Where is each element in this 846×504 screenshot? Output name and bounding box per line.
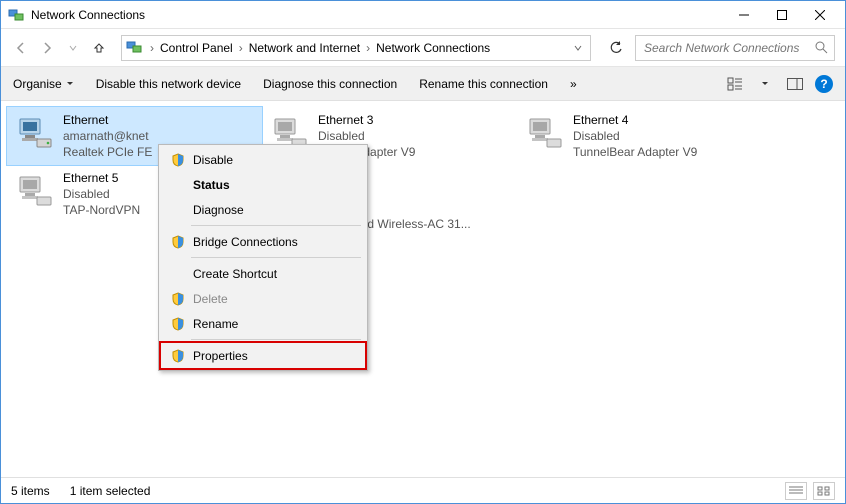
- address-bar[interactable]: › Control Panel › Network and Internet ›…: [121, 35, 591, 61]
- connection-device: TunnelBear Adapter V9: [573, 144, 697, 160]
- connection-name: Ethernet 3: [318, 112, 415, 128]
- location-icon: [126, 39, 144, 57]
- close-button[interactable]: [801, 4, 839, 26]
- disable-device-button[interactable]: Disable this network device: [96, 77, 241, 91]
- chevron-right-icon: ›: [148, 41, 156, 55]
- chevron-right-icon: ›: [364, 41, 372, 55]
- context-menu: Disable Status Diagnose Bridge Connectio…: [158, 144, 368, 371]
- ctx-label: Delete: [189, 292, 228, 306]
- statusbar: 5 items 1 item selected: [1, 477, 845, 503]
- ctx-label: Create Shortcut: [189, 267, 277, 281]
- breadcrumb-control-panel[interactable]: Control Panel: [156, 41, 237, 55]
- shield-icon: [167, 349, 189, 363]
- connection-name: Ethernet: [63, 112, 152, 128]
- separator: [191, 257, 361, 258]
- shield-icon: [167, 235, 189, 249]
- chevron-down-icon: [66, 80, 74, 88]
- search-input[interactable]: [642, 40, 815, 56]
- minimize-button[interactable]: [725, 4, 763, 26]
- items-view[interactable]: Ethernet amarnath@knet Realtek PCIe FE E…: [1, 101, 845, 481]
- forward-button[interactable]: [37, 38, 57, 58]
- toolbar-overflow[interactable]: »: [570, 77, 577, 91]
- app-icon: [7, 6, 25, 24]
- connection-status: Disabled: [318, 128, 415, 144]
- help-button[interactable]: ?: [815, 75, 833, 93]
- connection-ethernet4[interactable]: Ethernet 4 Disabled TunnelBear Adapter V…: [517, 107, 772, 165]
- maximize-button[interactable]: [763, 4, 801, 26]
- view-dropdown-icon[interactable]: [755, 74, 775, 94]
- ctx-label: Disable: [189, 153, 233, 167]
- large-icons-view-icon[interactable]: [813, 482, 835, 500]
- ctx-label: Status: [189, 178, 230, 192]
- connection-name: Ethernet 4: [573, 112, 697, 128]
- diagnose-button[interactable]: Diagnose this connection: [263, 77, 397, 91]
- recent-dropdown[interactable]: [63, 38, 83, 58]
- ctx-status[interactable]: Status: [161, 172, 365, 197]
- refresh-button[interactable]: [603, 35, 629, 61]
- chevron-right-icon: ›: [237, 41, 245, 55]
- ctx-create-shortcut[interactable]: Create Shortcut: [161, 261, 365, 286]
- connection-status: Disabled: [63, 186, 140, 202]
- ctx-bridge[interactable]: Bridge Connections: [161, 229, 365, 254]
- ctx-disable[interactable]: Disable: [161, 147, 365, 172]
- ctx-properties[interactable]: Properties: [161, 343, 365, 368]
- preview-pane-icon[interactable]: [785, 74, 805, 94]
- ctx-delete: Delete: [161, 286, 365, 311]
- selection-count: 1 item selected: [70, 484, 151, 498]
- connection-status: Disabled: [573, 128, 697, 144]
- up-button[interactable]: [89, 38, 109, 58]
- titlebar: Network Connections: [1, 1, 845, 29]
- separator: [191, 339, 361, 340]
- organise-menu[interactable]: Organise: [13, 77, 74, 91]
- search-box[interactable]: [635, 35, 835, 61]
- shield-icon: [167, 153, 189, 167]
- network-adapter-icon: [523, 109, 567, 153]
- breadcrumb-network-connections[interactable]: Network Connections: [372, 41, 494, 55]
- ctx-label: Diagnose: [189, 203, 244, 217]
- ctx-rename[interactable]: Rename: [161, 311, 365, 336]
- ctx-label: Properties: [189, 349, 248, 363]
- separator: [191, 225, 361, 226]
- window-title: Network Connections: [31, 8, 725, 22]
- breadcrumb-network-internet[interactable]: Network and Internet: [245, 41, 364, 55]
- shield-icon: [167, 317, 189, 331]
- connection-status: amarnath@knet: [63, 128, 152, 144]
- ctx-diagnose[interactable]: Diagnose: [161, 197, 365, 222]
- details-view-icon[interactable]: [785, 482, 807, 500]
- shield-icon: [167, 292, 189, 306]
- connection-device: Realtek PCIe FE: [63, 144, 152, 160]
- organise-label: Organise: [13, 77, 62, 91]
- search-icon[interactable]: [815, 41, 828, 54]
- rename-button[interactable]: Rename this connection: [419, 77, 548, 91]
- connection-device: TAP-NordVPN: [63, 202, 140, 218]
- nav-bar: › Control Panel › Network and Internet ›…: [1, 29, 845, 67]
- ctx-label: Bridge Connections: [189, 235, 298, 249]
- item-count: 5 items: [11, 484, 50, 498]
- network-adapter-icon: [13, 109, 57, 153]
- address-dropdown[interactable]: [570, 44, 586, 52]
- network-adapter-icon: [13, 167, 57, 211]
- ctx-label: Rename: [189, 317, 238, 331]
- view-mode-icon[interactable]: [725, 74, 745, 94]
- back-button[interactable]: [11, 38, 31, 58]
- command-bar: Organise Disable this network device Dia…: [1, 67, 845, 101]
- connection-name: Ethernet 5: [63, 170, 140, 186]
